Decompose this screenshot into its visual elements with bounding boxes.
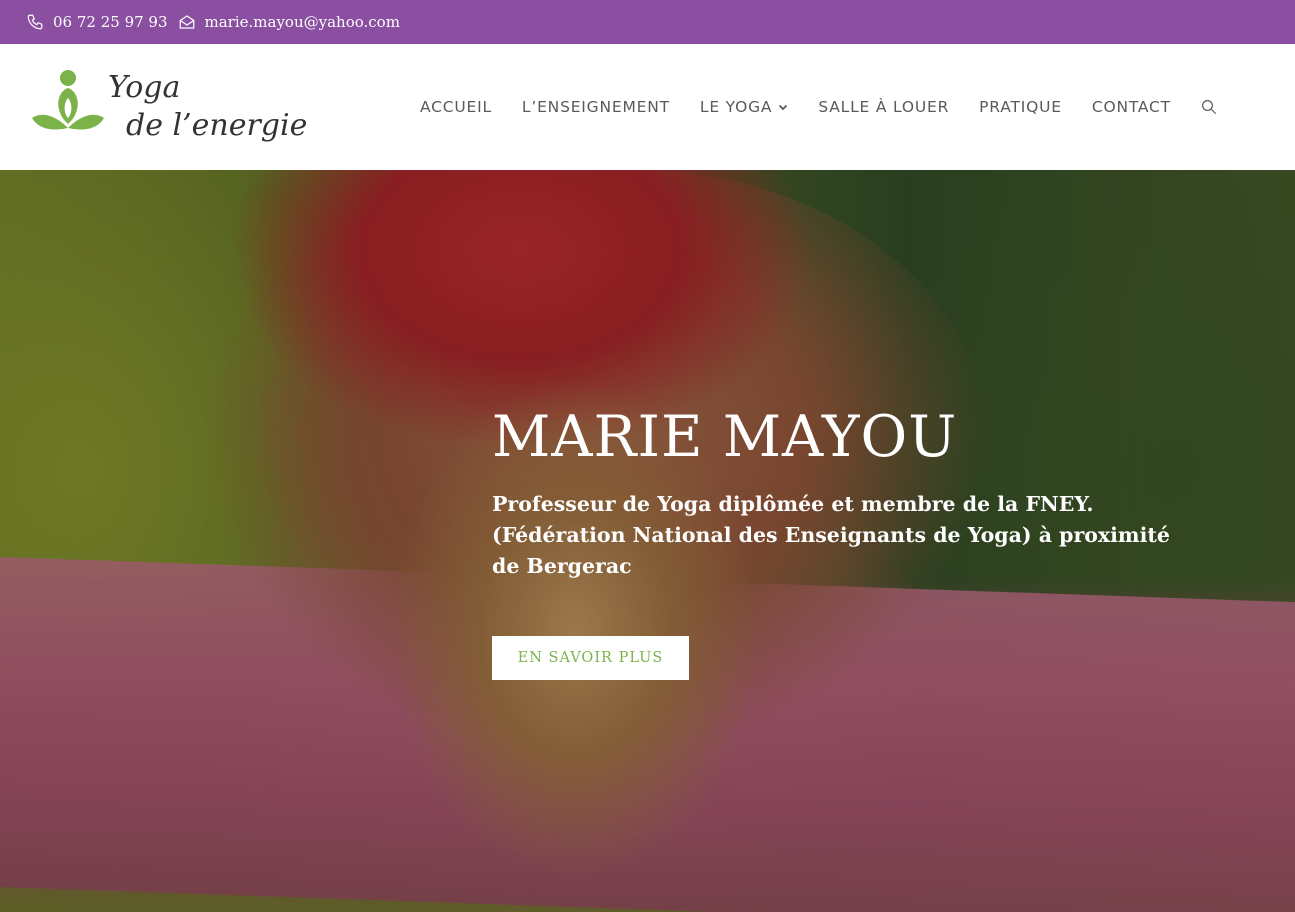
nav-item-le-yoga[interactable]: LE YOGA [685,98,803,116]
nav-item-accueil[interactable]: ACCUEIL [405,98,507,116]
phone-number[interactable]: 06 72 25 97 93 [53,13,168,31]
site-header: Yoga de l’energie ACCUEIL L’ENSEIGNEMENT… [0,44,1295,170]
chevron-down-icon [778,102,788,112]
learn-more-button[interactable]: EN SAVOIR PLUS [492,636,689,680]
search-icon[interactable] [1186,98,1218,116]
main-nav: ACCUEIL L’ENSEIGNEMENT LE YOGA SALLE À L… [405,44,1218,170]
site-logo[interactable]: Yoga de l’energie [30,68,307,154]
nav-item-enseignement[interactable]: L’ENSEIGNEMENT [507,98,685,116]
nav-item-le-yoga-label: LE YOGA [699,98,773,116]
phone-contact[interactable]: 06 72 25 97 93 [26,13,168,31]
nav-item-salle-a-louer[interactable]: SALLE À LOUER [803,98,964,116]
nav-item-contact[interactable]: CONTACT [1077,98,1186,116]
hero-section: MARIE MAYOU Professeur de Yoga diplômée … [0,170,1295,912]
hero-title: MARIE MAYOU [492,404,958,470]
logo-text-line2: de l’energie [126,108,308,143]
hero-subtitle: Professeur de Yoga diplômée et membre de… [492,489,1192,582]
nav-item-pratique[interactable]: PRATIQUE [964,98,1077,116]
email-contact[interactable]: marie.mayou@yahoo.com [178,13,400,31]
logo-text-line1: Yoga [108,70,181,105]
hero-subtitle-line1: Professeur de Yoga diplômée et membre de… [492,491,1094,516]
envelope-icon [178,13,196,31]
email-link[interactable]: marie.mayou@yahoo.com [205,13,400,31]
lotus-figure-icon [32,70,104,130]
top-contact-bar: 06 72 25 97 93 marie.mayou@yahoo.com [0,0,1295,44]
hero-content: MARIE MAYOU Professeur de Yoga diplômée … [492,406,1192,582]
hero-subtitle-line2: (Fédération National des Enseignants de … [492,522,1170,578]
phone-icon [26,13,44,31]
